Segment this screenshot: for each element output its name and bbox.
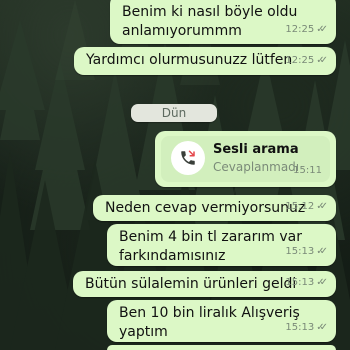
- message-time: 15:13: [285, 277, 315, 288]
- read-receipt-icon: ✓✓: [316, 246, 328, 257]
- message-time: 12:25: [285, 24, 315, 35]
- message-meta: 12:25 ✓✓: [285, 51, 328, 70]
- message-time: 15:12: [285, 201, 315, 212]
- outgoing-message[interactable]: Neden cevap vermiyorsunuz 15:12 ✓✓: [93, 195, 336, 221]
- outgoing-message[interactable]: Bütün sülalemin ürünleri geldi 15:13 ✓✓: [73, 271, 336, 297]
- call-status: Cevaplanmadı: [213, 160, 300, 174]
- message-text: Bütün sülalemin ürünleri geldi: [85, 276, 297, 292]
- outgoing-message[interactable]: Ben 10 bin liralık Alışveriş yaptım 15:1…: [107, 300, 336, 342]
- outgoing-message-partial[interactable]: [107, 345, 336, 350]
- read-receipt-icon: ✓✓: [316, 201, 328, 212]
- missed-call-icon: [171, 141, 205, 175]
- date-separator: Dün: [131, 104, 217, 122]
- message-meta: 15:12 ✓✓: [285, 197, 328, 216]
- call-log-card[interactable]: Sesli arama Cevaplanmadı 15:11: [161, 136, 330, 182]
- outgoing-message[interactable]: Benim 4 bin tl zararım var farkındamısın…: [107, 224, 336, 266]
- message-time: 12:25: [285, 55, 315, 66]
- chat-thread[interactable]: Benim ki nasıl böyle oldu anlamıyorummm …: [0, 0, 350, 350]
- outgoing-message[interactable]: Benim ki nasıl böyle oldu anlamıyorummm …: [110, 0, 336, 44]
- message-meta: 12:25 ✓✓: [285, 20, 328, 39]
- read-receipt-icon: ✓✓: [316, 24, 328, 35]
- message-text: Ben 10 bin liralık Alışveriş yaptım: [119, 305, 305, 340]
- read-receipt-icon: ✓✓: [316, 322, 328, 333]
- read-receipt-icon: ✓✓: [316, 277, 328, 288]
- message-time: 15:13: [285, 322, 315, 333]
- outgoing-message[interactable]: Yardımcı olurmusunuzz lütfen 12:25 ✓✓: [74, 47, 336, 75]
- read-receipt-icon: ✓✓: [316, 55, 328, 66]
- message-meta: 15:13 ✓✓: [285, 242, 328, 261]
- message-meta: 15:13 ✓✓: [285, 273, 328, 292]
- call-title: Sesli arama: [213, 142, 299, 157]
- call-log-message[interactable]: Sesli arama Cevaplanmadı 15:11: [155, 131, 336, 187]
- message-time: 15:13: [285, 246, 315, 257]
- message-meta: 15:13 ✓✓: [285, 318, 328, 337]
- message-text: Neden cevap vermiyorsunuz: [105, 200, 306, 216]
- call-time: 15:11: [293, 165, 322, 176]
- message-text: Benim 4 bin tl zararım var farkındamısın…: [119, 229, 302, 264]
- message-text: Yardımcı olurmusunuzz lütfen: [86, 52, 293, 68]
- message-text: Benim ki nasıl böyle oldu anlamıyorummm: [122, 4, 298, 39]
